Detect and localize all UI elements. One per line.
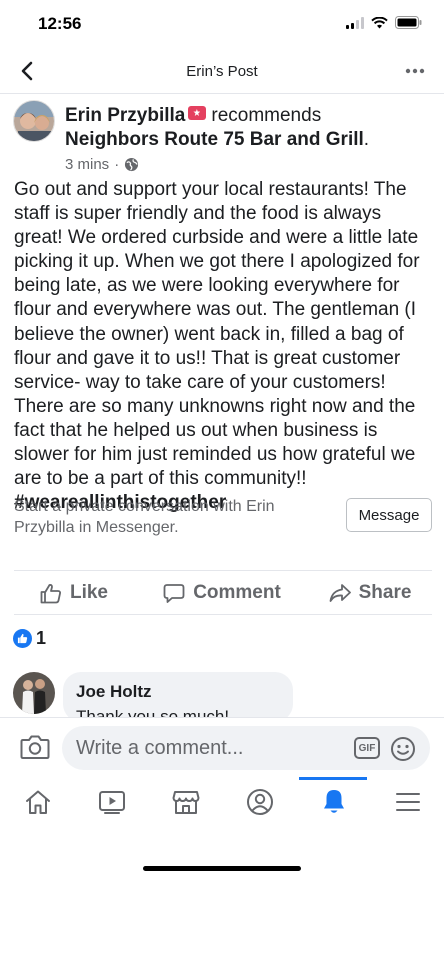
marketplace-icon bbox=[172, 791, 200, 814]
emoji-button[interactable] bbox=[390, 736, 416, 762]
avatar-photo bbox=[14, 101, 54, 141]
tab-notifications[interactable] bbox=[297, 777, 371, 827]
author-name[interactable]: Erin Przybilla bbox=[65, 105, 185, 126]
place-link[interactable]: Neighbors Route 75 Bar and Grill bbox=[65, 129, 364, 150]
signal-icon bbox=[346, 16, 364, 29]
like-label: Like bbox=[69, 582, 109, 603]
gif-button[interactable]: GIF bbox=[354, 737, 380, 759]
comment-button[interactable]: Comment bbox=[148, 582, 296, 604]
bottom-tab-bar bbox=[0, 777, 444, 827]
comment-label: Comment bbox=[193, 582, 281, 603]
wifi-icon bbox=[371, 16, 388, 28]
reactions-summary[interactable]: 1 bbox=[13, 628, 46, 649]
comment-bubble-icon bbox=[163, 583, 185, 603]
thumbs-up-icon bbox=[40, 583, 61, 603]
post-text: Go out and support your local restaurant… bbox=[14, 179, 420, 490]
emoji-smile-icon bbox=[391, 737, 415, 761]
commenter-name[interactable]: Joe Holtz bbox=[76, 682, 280, 702]
message-button[interactable]: Message bbox=[346, 498, 432, 532]
divider bbox=[14, 614, 432, 615]
comment-composer: Write a comment... GIF bbox=[0, 717, 444, 777]
author-avatar[interactable] bbox=[13, 100, 55, 142]
commenter-photo bbox=[13, 672, 55, 714]
menu-icon bbox=[396, 793, 420, 811]
post-header: Erin Przybilla recommends Neighbors Route… bbox=[65, 104, 435, 173]
status-icons bbox=[346, 16, 422, 29]
status-bar: 12:56 bbox=[0, 0, 444, 48]
messenger-prompt-text: Start a private conversation with Erin P… bbox=[14, 498, 275, 536]
more-dots-icon bbox=[405, 68, 425, 74]
divider bbox=[14, 570, 432, 571]
tab-marketplace[interactable] bbox=[149, 777, 223, 827]
tab-home[interactable] bbox=[1, 777, 75, 827]
share-button[interactable]: Share bbox=[296, 582, 444, 604]
share-label: Share bbox=[358, 582, 412, 603]
post-body: Go out and support your local restaurant… bbox=[14, 178, 434, 515]
profile-icon bbox=[247, 789, 273, 815]
post-time[interactable]: 3 mins bbox=[65, 156, 109, 173]
like-button[interactable]: Like bbox=[0, 582, 148, 604]
post-meta: 3 mins · bbox=[65, 156, 435, 173]
camera-button[interactable] bbox=[20, 734, 50, 762]
tab-menu[interactable] bbox=[371, 777, 444, 827]
tab-profile[interactable] bbox=[223, 777, 297, 827]
bell-icon bbox=[324, 790, 344, 813]
globe-icon bbox=[125, 157, 139, 172]
status-time: 12:56 bbox=[38, 14, 82, 33]
home-icon bbox=[26, 790, 50, 814]
camera-icon bbox=[20, 735, 50, 759]
meta-separator: · bbox=[114, 156, 120, 173]
comment-placeholder: Write a comment... bbox=[76, 737, 244, 759]
commenter-avatar[interactable] bbox=[13, 672, 55, 714]
post-actions: Like Comment Share bbox=[0, 572, 444, 614]
comment-bubble[interactable]: Joe Holtz Thank you so much! bbox=[63, 672, 293, 722]
page-title: Erin’s Post bbox=[186, 63, 258, 80]
tab-watch[interactable] bbox=[75, 777, 149, 827]
watch-icon bbox=[99, 791, 125, 814]
place-suffix: . bbox=[363, 129, 370, 150]
share-arrow-icon bbox=[329, 584, 351, 602]
recommends-text: recommends bbox=[211, 105, 322, 126]
reaction-count: 1 bbox=[36, 628, 47, 648]
more-options-button[interactable] bbox=[400, 58, 430, 84]
home-indicator[interactable] bbox=[143, 866, 301, 871]
recommendation-badge-icon bbox=[188, 106, 207, 120]
messenger-prompt: Start a private conversation with Erin P… bbox=[14, 496, 432, 538]
battery-icon bbox=[395, 16, 422, 29]
comment-input[interactable]: Write a comment... GIF bbox=[62, 726, 430, 770]
like-reaction-icon bbox=[13, 629, 32, 648]
nav-header: Erin’s Post bbox=[0, 48, 444, 94]
